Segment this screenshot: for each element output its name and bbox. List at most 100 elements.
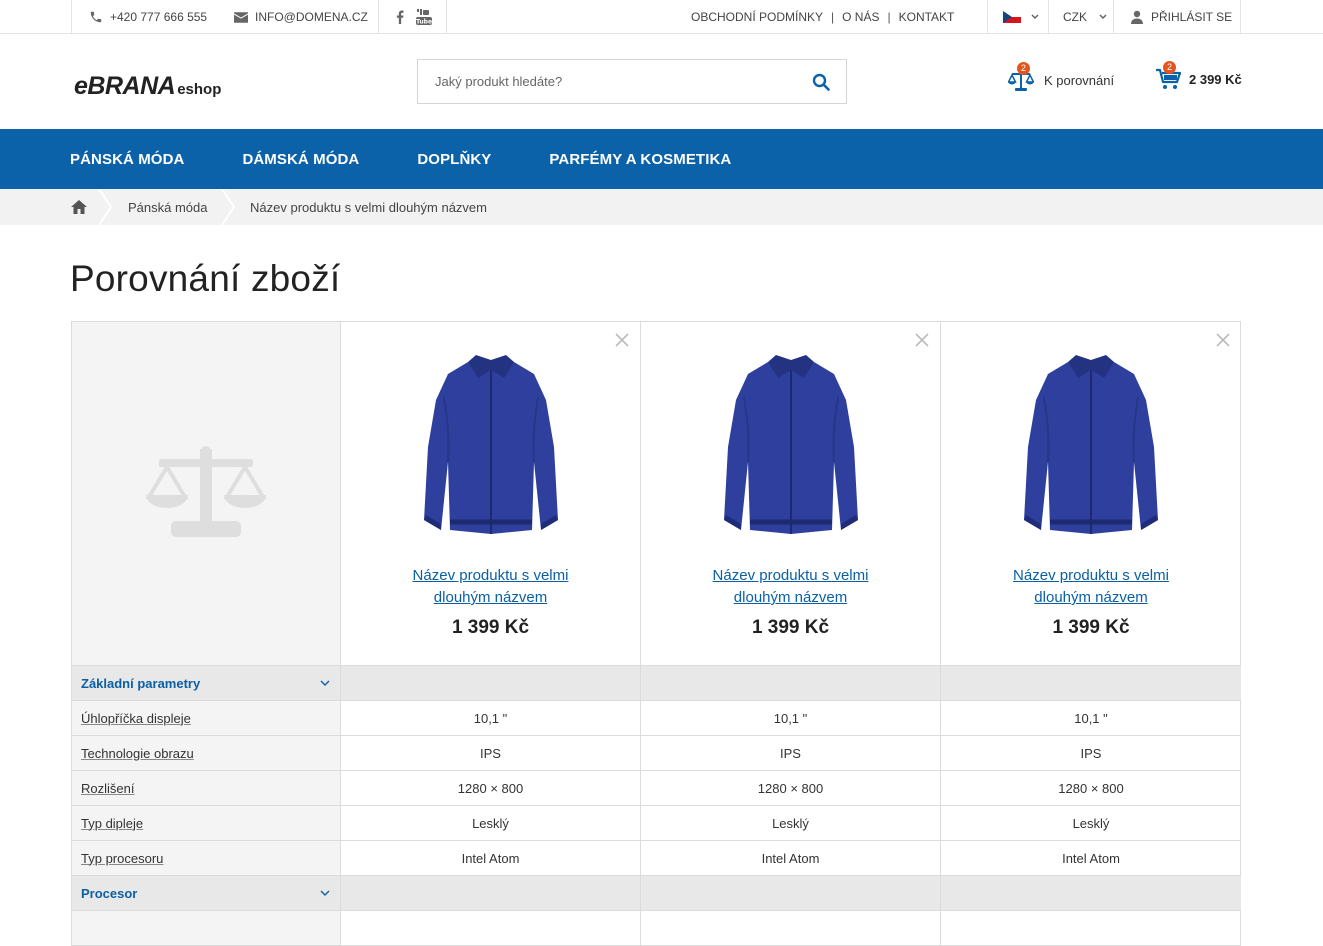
site-header: eBRANA eshop 2 K porovnání — [0, 34, 1323, 129]
page-title: Porovnání zboží — [70, 258, 341, 299]
youtube-link[interactable]: Tube — [416, 0, 438, 34]
jacket-image — [423, 355, 558, 534]
param-row: Typ dipleje Lesklý Lesklý Lesklý — [72, 806, 1240, 841]
user-icon — [1129, 9, 1145, 25]
close-icon — [915, 333, 929, 347]
language-select[interactable] — [1003, 0, 1039, 34]
param-value: Lesklý — [641, 806, 941, 840]
top-links: OBCHODNÍ PODMÍNKY | O NÁS | KONTAKT — [691, 10, 955, 24]
param-value: IPS — [341, 736, 641, 770]
remove-product-button[interactable] — [1215, 332, 1231, 348]
compare-link[interactable]: 2 K porovnání — [1008, 62, 1115, 92]
param-row — [72, 911, 1240, 946]
param-value: Lesklý — [1072, 815, 1110, 831]
login-label: PŘIHLÁSIT SE — [1151, 10, 1233, 24]
compare-label: K porovnání — [1044, 72, 1115, 88]
param-group-header[interactable]: Procesor — [72, 876, 1241, 911]
param-group-title: Procesor — [81, 885, 138, 901]
param-row: Technologie obrazu IPS IPS IPS — [72, 736, 1240, 771]
param-value: Intel Atom — [341, 841, 641, 875]
breadcrumb-item-current: Název produktu s velmi dlouhým názvem — [250, 199, 487, 215]
product-image[interactable] — [416, 352, 566, 537]
product-name-link[interactable]: Název produktu s velmi dlouhým názvem — [396, 565, 586, 609]
cart-count-badge: 2 — [1163, 61, 1176, 74]
product-card: Název produktu s velmi dlouhým názvem 1 … — [941, 322, 1241, 665]
product-price: 1 399 Kč — [1052, 617, 1130, 638]
param-value: 1280 × 800 — [1058, 780, 1124, 796]
param-label[interactable]: Technologie obrazu — [81, 746, 194, 761]
facebook-icon — [392, 9, 408, 25]
product-card: Název produktu s velmi dlouhým názvem 1 … — [341, 322, 641, 665]
currency-select[interactable]: CZK — [1063, 0, 1107, 34]
search-button[interactable] — [796, 60, 846, 103]
logo-sub-text: eshop — [177, 81, 222, 98]
top-bar: +420 777 666 555 INFO@DOMENA.CZ Tube OBC… — [0, 0, 1323, 34]
product-name-link[interactable]: Název produktu s velmi dlouhým názvem — [996, 565, 1186, 609]
cart-link[interactable]: 2 2 399 Kč — [1155, 61, 1242, 90]
product-image[interactable] — [1016, 352, 1166, 537]
phone-icon — [88, 9, 104, 25]
currency-label: CZK — [1063, 10, 1087, 24]
svg-text:Tube: Tube — [416, 18, 432, 25]
nav-item-perfumes-cosmetics[interactable]: PARFÉMY A KOSMETIKA — [549, 151, 731, 168]
product-image[interactable] — [716, 352, 866, 537]
about-link[interactable]: O NÁS — [842, 10, 879, 24]
param-value: IPS — [1080, 745, 1102, 761]
param-value: 10,1 " — [641, 701, 941, 735]
close-icon — [615, 333, 629, 347]
jacket-image — [1024, 355, 1158, 534]
phone-contact[interactable]: +420 777 666 555 — [88, 0, 207, 34]
product-card: Název produktu s velmi dlouhým názvem 1 … — [641, 322, 941, 665]
breadcrumb-item-mens-fashion[interactable]: Pánská móda — [128, 189, 208, 225]
jacket-image — [723, 355, 858, 534]
param-row: Úhlopříčka displeje 10,1 " 10,1 " 10,1 " — [72, 701, 1240, 736]
param-label[interactable]: Rozlišení — [81, 781, 134, 796]
contact-link[interactable]: KONTAKT — [899, 10, 955, 24]
param-label[interactable]: Typ procesoru — [81, 851, 163, 866]
comparison-table: Název produktu s velmi dlouhým názvem 1 … — [71, 321, 1241, 946]
breadcrumb-separator — [221, 189, 235, 225]
chevron-down-icon[interactable] — [320, 680, 330, 687]
main-nav: PÁNSKÁ MÓDA DÁMSKÁ MÓDA DOPLŇKY PARFÉMY … — [0, 129, 1323, 189]
remove-product-button[interactable] — [914, 332, 930, 348]
param-value: IPS — [641, 736, 941, 770]
param-row: Typ procesoru Intel Atom Intel Atom Inte… — [72, 841, 1240, 876]
param-group-title: Základní parametry — [81, 675, 201, 691]
search-icon — [812, 73, 830, 91]
param-value: 10,1 " — [1074, 710, 1108, 726]
cart-total: 2 399 Kč — [1189, 71, 1242, 87]
facebook-link[interactable] — [392, 0, 414, 34]
terms-link[interactable]: OBCHODNÍ PODMÍNKY — [691, 10, 823, 24]
scales-icon — [145, 445, 267, 542]
breadcrumb: Pánská móda Název produktu s velmi dlouh… — [0, 189, 1323, 225]
logo-main-text: eBRANA — [74, 72, 176, 100]
nav-item-womens-fashion[interactable]: DÁMSKÁ MÓDA — [242, 151, 359, 168]
compare-count-badge: 2 — [1017, 62, 1030, 75]
param-group-header[interactable]: Základní parametry — [72, 666, 1241, 701]
param-value: 1280 × 800 — [641, 771, 941, 805]
youtube-icon: Tube — [416, 9, 432, 25]
home-icon[interactable] — [70, 199, 88, 218]
phone-number: +420 777 666 555 — [110, 10, 208, 24]
nav-item-mens-fashion[interactable]: PÁNSKÁ MÓDA — [70, 151, 184, 168]
search-box — [417, 59, 847, 104]
product-price: 1 399 Kč — [451, 617, 530, 638]
compare-placeholder-cell — [72, 322, 341, 665]
search-input[interactable] — [418, 60, 796, 103]
email-address: INFO@DOMENA.CZ — [255, 10, 368, 24]
nav-item-accessories[interactable]: DOPLŇKY — [417, 151, 491, 168]
product-header-row: Název produktu s velmi dlouhým názvem 1 … — [72, 322, 1240, 666]
remove-product-button[interactable] — [614, 332, 630, 348]
login-link[interactable]: PŘIHLÁSIT SE — [1129, 0, 1232, 34]
param-label[interactable]: Typ dipleje — [81, 816, 143, 831]
site-logo[interactable]: eBRANA eshop — [74, 72, 221, 101]
param-label[interactable]: Úhlopříčka displeje — [81, 711, 191, 726]
chevron-down-icon[interactable] — [320, 890, 330, 897]
email-contact[interactable]: INFO@DOMENA.CZ — [233, 0, 368, 34]
param-value: 1280 × 800 — [341, 771, 641, 805]
product-name-link[interactable]: Název produktu s velmi dlouhým názvem — [696, 565, 886, 609]
product-price: 1 399 Kč — [751, 617, 830, 638]
param-value: Lesklý — [341, 806, 641, 840]
close-icon — [1216, 333, 1230, 347]
scales-icon: 2 — [1008, 62, 1034, 92]
